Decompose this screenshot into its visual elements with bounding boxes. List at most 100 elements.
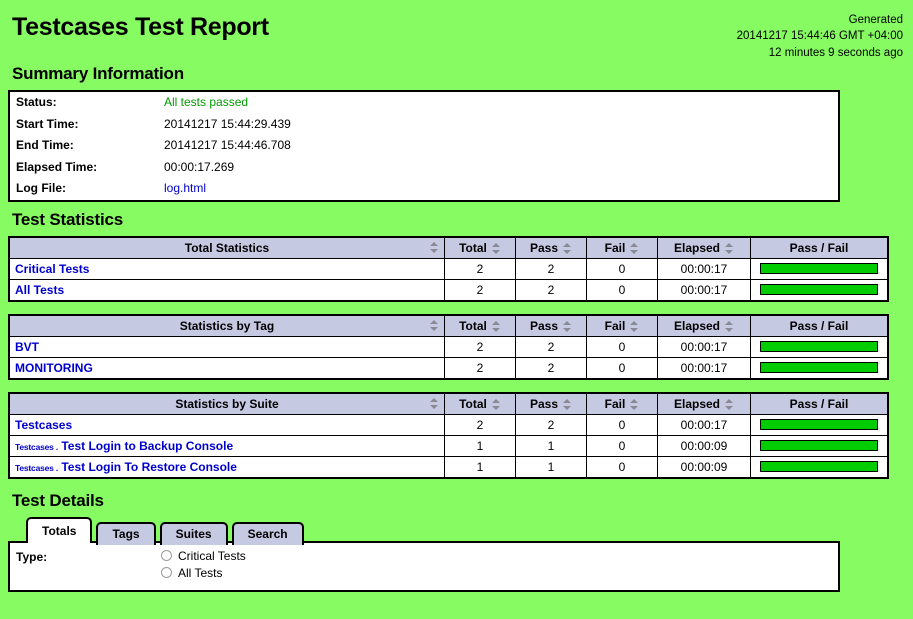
sort-arrows-icon[interactable]: [430, 397, 439, 409]
cell-pass-fail-bar: [750, 356, 889, 380]
row-name-link[interactable]: Test Login to Backup Console: [61, 439, 233, 453]
cell-fail: 0: [586, 335, 658, 358]
column-header-label: Fail: [604, 318, 626, 333]
column-header-pass[interactable]: Pass: [515, 236, 587, 259]
details-tablist: Totals Tags Suites Search: [26, 516, 913, 545]
column-header-label: Total: [459, 240, 487, 255]
column-header-name[interactable]: Statistics by Tag: [8, 314, 445, 337]
row-name-link[interactable]: Testcases: [15, 418, 72, 432]
sort-arrows-icon[interactable]: [725, 321, 734, 333]
cell-total: 2: [444, 278, 516, 302]
summary-information-box: Status: All tests passed Start Time: 201412…: [8, 90, 840, 202]
column-header-label: Pass / Fail: [789, 318, 849, 333]
statistics-tables: Total Statistics Total Pass Fail Elapsed Pass…: [0, 235, 913, 479]
cell-fail: 0: [586, 434, 658, 457]
sort-arrows-icon[interactable]: [630, 321, 639, 333]
radio-item[interactable]: All Tests: [161, 566, 246, 580]
summary-row: Status: All tests passed: [10, 92, 838, 114]
statistics-table: Statistics by Tag Total Pass Fail Elapsed Pas…: [8, 313, 889, 380]
sort-arrows-icon[interactable]: [725, 399, 734, 411]
statistics-table-wrapper: Statistics by Suite Total Pass Fail Elapsed P…: [8, 391, 913, 479]
pass-fail-bar: [760, 419, 878, 431]
cell-total: 2: [444, 413, 516, 436]
column-header-elapsed[interactable]: Elapsed: [657, 236, 751, 259]
column-header-label: Elapsed: [673, 396, 721, 411]
tab-search[interactable]: Search: [231, 521, 304, 545]
tab-tags[interactable]: Tags: [96, 521, 156, 545]
sort-arrows-icon[interactable]: [630, 243, 639, 255]
radio-button-critical-tests[interactable]: [161, 550, 172, 562]
summary-heading: Summary Information: [12, 64, 184, 83]
sort-arrows-icon[interactable]: [725, 243, 734, 255]
row-name-cell: All Tests: [8, 278, 445, 302]
cell-pass-fail-bar: [750, 455, 889, 479]
summary-row-label: Status:: [16, 95, 57, 109]
cell-pass: 2: [515, 413, 587, 436]
row-name-prefix[interactable]: Testcases .: [15, 442, 58, 452]
sort-arrows-icon[interactable]: [630, 399, 639, 411]
cell-pass-fail-bar: [750, 413, 889, 436]
column-header-label: Fail: [604, 240, 626, 255]
table-row: Testcases . Test Login To Restore Consol…: [8, 455, 889, 479]
row-name-link[interactable]: MONITORING: [15, 361, 93, 375]
column-header-name[interactable]: Statistics by Suite: [8, 392, 445, 415]
cell-elapsed: 00:00:09: [657, 434, 751, 457]
table-row: BVT 2 2 0 00:00:17: [8, 335, 889, 358]
sort-arrows-icon[interactable]: [491, 243, 501, 255]
radio-item[interactable]: Critical Tests: [161, 549, 246, 563]
summary-row-value: 20141217 15:44:29.439: [158, 114, 838, 136]
table-row: Testcases 2 2 0 00:00:17: [8, 413, 889, 436]
sort-arrows-icon[interactable]: [563, 399, 572, 411]
column-header-name[interactable]: Total Statistics: [8, 236, 445, 259]
column-header-label: Total: [459, 318, 487, 333]
sort-arrows-icon[interactable]: [491, 321, 501, 333]
sort-arrows-icon[interactable]: [563, 321, 572, 333]
column-header-fail[interactable]: Fail: [586, 236, 658, 259]
sort-arrows-icon[interactable]: [430, 319, 439, 331]
column-header-label: Fail: [604, 396, 626, 411]
row-name-cell: Testcases . Test Login To Restore Consol…: [8, 455, 445, 479]
cell-pass-fail-bar: [750, 434, 889, 457]
statistics-table-wrapper: Total Statistics Total Pass Fail Elapsed Pass…: [8, 235, 913, 302]
radio-button-all-tests[interactable]: [161, 567, 172, 579]
column-header-total[interactable]: Total: [444, 314, 516, 337]
column-header-total[interactable]: Total: [444, 392, 516, 415]
column-header-pass[interactable]: Pass: [515, 314, 587, 337]
log-file-link[interactable]: log.html: [164, 181, 206, 195]
row-name-cell: BVT: [8, 335, 445, 358]
row-name-prefix[interactable]: Testcases .: [15, 463, 58, 473]
pass-fail-bar: [760, 461, 878, 473]
row-name-link[interactable]: All Tests: [15, 283, 64, 297]
column-header-pass[interactable]: Pass: [515, 392, 587, 415]
generated-label: Generated: [848, 14, 903, 26]
row-name-link[interactable]: Critical Tests: [15, 262, 89, 276]
summary-value-text: 20141217 15:44:46.708: [164, 138, 291, 153]
column-header-elapsed[interactable]: Elapsed: [657, 392, 751, 415]
sort-arrows-icon[interactable]: [430, 241, 439, 253]
cell-fail: 0: [586, 356, 658, 380]
column-header-total[interactable]: Total: [444, 236, 516, 259]
row-name-cell: Testcases . Test Login to Backup Console: [8, 434, 445, 457]
cell-elapsed: 00:00:17: [657, 278, 751, 302]
test-details: Totals Tags Suites Search Type: Critical Te…: [8, 516, 913, 594]
column-header-fail[interactable]: Fail: [586, 392, 658, 415]
cell-pass: 2: [515, 278, 587, 302]
cell-elapsed: 00:00:17: [657, 413, 751, 436]
summary-row-value[interactable]: log.html: [158, 178, 838, 200]
row-name-cell: Testcases: [8, 413, 445, 436]
sort-arrows-icon[interactable]: [491, 399, 501, 411]
table-row: Critical Tests 2 2 0 00:00:17: [8, 257, 889, 280]
pass-fail-bar: [760, 362, 878, 374]
column-header-elapsed[interactable]: Elapsed: [657, 314, 751, 337]
column-header-fail[interactable]: Fail: [586, 314, 658, 337]
radio-label: All Tests: [178, 565, 223, 580]
row-name-link[interactable]: Test Login To Restore Console: [61, 460, 237, 474]
row-name-link[interactable]: BVT: [15, 340, 39, 354]
tab-suites[interactable]: Suites: [159, 521, 228, 545]
row-name-cell: Critical Tests: [8, 257, 445, 280]
cell-total: 2: [444, 356, 516, 380]
tab-totals[interactable]: Totals: [26, 516, 93, 543]
column-header-label: Elapsed: [673, 240, 721, 255]
sort-arrows-icon[interactable]: [563, 243, 572, 255]
summary-row: Log File: log.html: [10, 178, 838, 200]
